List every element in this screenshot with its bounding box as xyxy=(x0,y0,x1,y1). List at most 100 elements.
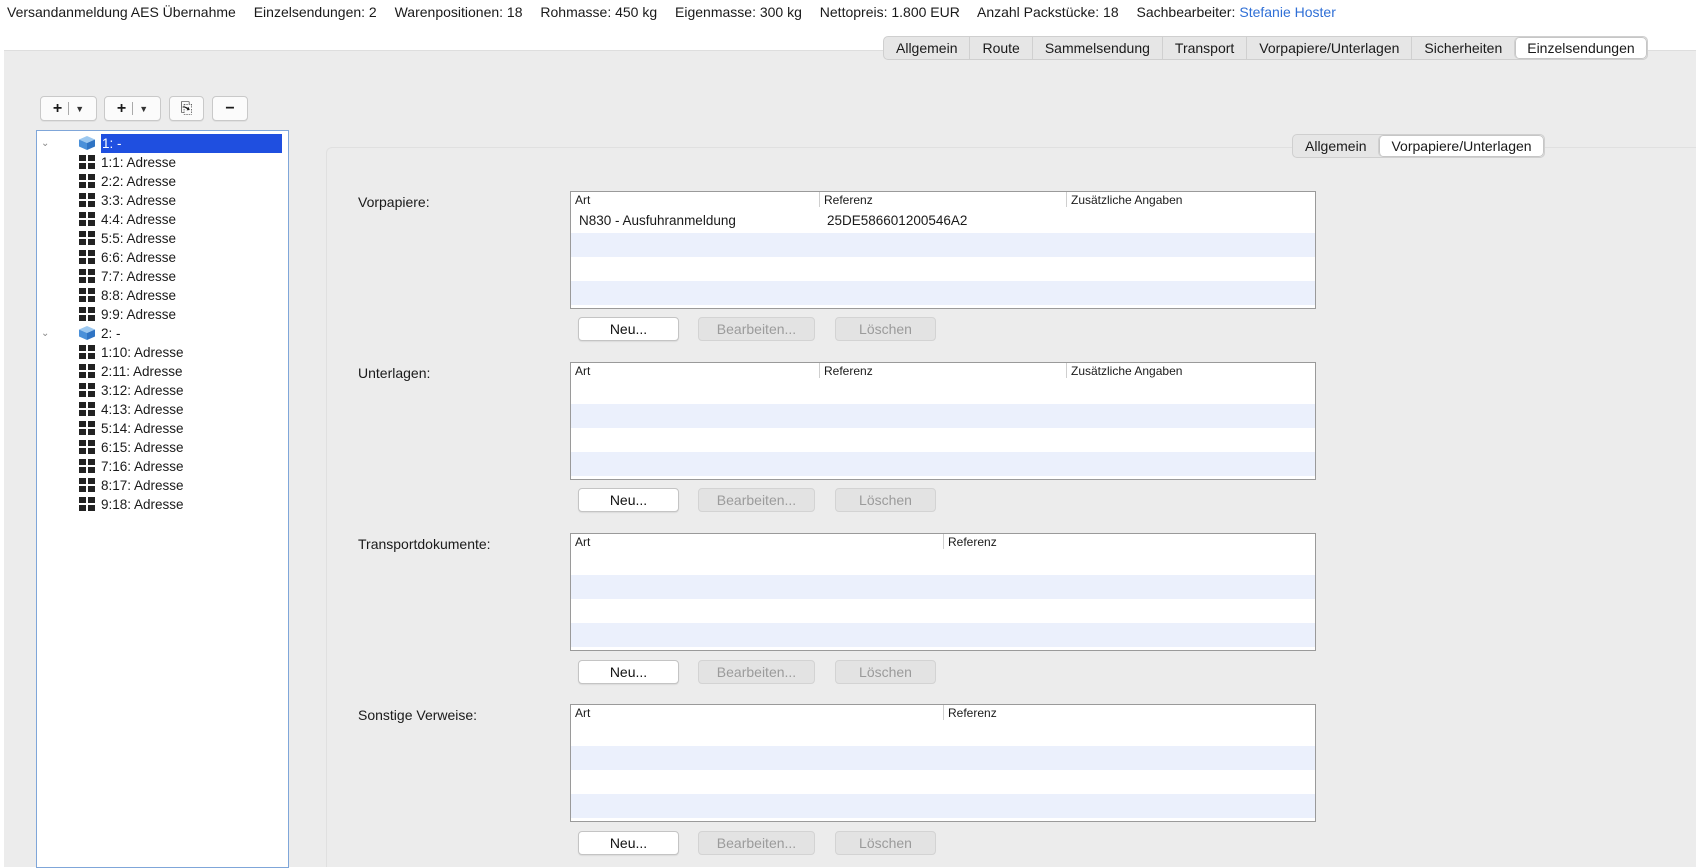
position-icon xyxy=(79,231,95,245)
tree-group-1[interactable]: ⌄ 1: - xyxy=(41,134,282,153)
shipment-tree[interactable]: ⌄ 1: - 1:1: Adresse 2:2: Adresse 3:3: Ad… xyxy=(36,130,289,868)
transportdokumente-new-button[interactable]: Neu... xyxy=(578,660,679,684)
position-icon xyxy=(79,345,95,359)
sonstige-verweise-edit-button[interactable]: Bearbeiten... xyxy=(698,831,815,855)
unterlagen-delete-button[interactable]: Löschen xyxy=(835,488,936,512)
table-row-empty xyxy=(571,428,1315,452)
column-header-zusaetzliche-angaben[interactable]: Zusätzliche Angaben xyxy=(1066,192,1182,207)
sonstige-verweise-label: Sonstige Verweise: xyxy=(358,707,478,723)
column-header-art[interactable]: Art xyxy=(571,192,590,207)
column-header-art[interactable]: Art xyxy=(571,363,590,378)
header-nettopreis: Nettopreis: 1.800 EUR xyxy=(819,4,960,20)
chevron-down-icon[interactable]: ⌄ xyxy=(41,134,49,153)
tree-item[interactable]: 3:3: Adresse xyxy=(79,191,176,210)
tab-route[interactable]: Route xyxy=(969,37,1031,59)
position-icon xyxy=(79,193,95,207)
add-dropdown-button-2[interactable]: + ▼ xyxy=(104,96,161,121)
position-icon xyxy=(79,459,95,473)
column-header-art[interactable]: Art xyxy=(571,534,590,549)
copy-icon: ⎘ xyxy=(180,100,193,117)
tab-vorpapiere-unterlagen[interactable]: Vorpapiere/Unterlagen xyxy=(1246,37,1411,59)
transportdokumente-table[interactable]: Art Referenz xyxy=(570,533,1316,651)
tab-transport[interactable]: Transport xyxy=(1161,37,1246,59)
position-icon xyxy=(79,155,95,169)
transportdokumente-delete-button[interactable]: Löschen xyxy=(835,660,936,684)
tree-item[interactable]: 9:9: Adresse xyxy=(79,305,176,324)
table-header: Art Referenz Zusätzliche Angaben xyxy=(571,363,1315,380)
table-row-empty xyxy=(571,452,1315,476)
position-icon xyxy=(79,212,95,226)
chevron-down-icon: ▼ xyxy=(75,103,85,114)
package-icon xyxy=(79,136,95,150)
tree-group-2[interactable]: ⌄ 2: - xyxy=(41,324,121,343)
top-tab-bar: Allgemein Route Sammelsendung Transport … xyxy=(883,36,1648,60)
sonstige-verweise-delete-button[interactable]: Löschen xyxy=(835,831,936,855)
column-header-zusaetzliche-angaben[interactable]: Zusätzliche Angaben xyxy=(1066,363,1182,378)
vorpapiere-new-button[interactable]: Neu... xyxy=(578,317,679,341)
unterlagen-new-button[interactable]: Neu... xyxy=(578,488,679,512)
header-rohmasse: Rohmasse: 450 kg xyxy=(540,4,658,20)
remove-button[interactable]: − xyxy=(212,96,248,121)
column-header-referenz[interactable]: Referenz xyxy=(943,705,997,720)
tab-sicherheiten[interactable]: Sicherheiten xyxy=(1411,37,1514,59)
table-row-empty xyxy=(571,746,1315,770)
header-warenpositionen: Warenpositionen: 18 xyxy=(394,4,523,20)
subtab-allgemein[interactable]: Allgemein xyxy=(1293,135,1378,157)
vorpapiere-label: Vorpapiere: xyxy=(358,194,430,210)
subtab-vorpapiere-unterlagen[interactable]: Vorpapiere/Unterlagen xyxy=(1378,135,1544,157)
position-icon xyxy=(79,497,95,511)
column-header-referenz[interactable]: Referenz xyxy=(819,192,873,207)
table-row-empty xyxy=(571,380,1315,404)
tree-item[interactable]: 8:8: Adresse xyxy=(79,286,176,305)
transportdokumente-edit-button[interactable]: Bearbeiten... xyxy=(698,660,815,684)
tree-item[interactable]: 2:2: Adresse xyxy=(79,172,176,191)
tree-item[interactable]: 1:1: Adresse xyxy=(79,153,176,172)
tree-item[interactable]: 7:16: Adresse xyxy=(79,457,184,476)
table-row[interactable]: N830 - Ausfuhranmeldung 25DE586601200546… xyxy=(571,209,1315,233)
package-icon xyxy=(79,326,95,340)
tree-item[interactable]: 6:15: Adresse xyxy=(79,438,184,457)
table-header: Art Referenz xyxy=(571,534,1315,551)
tree-item[interactable]: 4:4: Adresse xyxy=(79,210,176,229)
minus-icon: − xyxy=(225,99,235,117)
tree-item[interactable]: 9:18: Adresse xyxy=(79,495,184,514)
table-row-empty xyxy=(571,794,1315,818)
tab-allgemein[interactable]: Allgemein xyxy=(884,37,969,59)
header-user-label: Sachbearbeiter: xyxy=(1136,4,1236,20)
sonstige-verweise-table[interactable]: Art Referenz xyxy=(570,704,1316,822)
add-dropdown-button-1[interactable]: + ▼ xyxy=(40,96,97,121)
sonstige-verweise-new-button[interactable]: Neu... xyxy=(578,831,679,855)
tree-item[interactable]: 2:11: Adresse xyxy=(79,362,183,381)
vorpapiere-edit-button[interactable]: Bearbeiten... xyxy=(698,317,815,341)
tab-einzelsendungen[interactable]: Einzelsendungen xyxy=(1514,37,1647,59)
position-icon xyxy=(79,421,95,435)
copy-button[interactable]: ⎘ xyxy=(169,96,204,121)
tree-item[interactable]: 1:10: Adresse xyxy=(79,343,184,362)
tree-item[interactable]: 7:7: Adresse xyxy=(79,267,176,286)
vorpapiere-delete-button[interactable]: Löschen xyxy=(835,317,936,341)
table-row-empty xyxy=(571,770,1315,794)
tree-item[interactable]: 8:17: Adresse xyxy=(79,476,184,495)
vorpapiere-table[interactable]: Art Referenz Zusätzliche Angaben N830 - … xyxy=(570,191,1316,309)
sub-tab-bar: Allgemein Vorpapiere/Unterlagen xyxy=(1292,134,1545,158)
position-icon xyxy=(79,307,95,321)
tree-item[interactable]: 4:13: Adresse xyxy=(79,400,184,419)
table-header: Art Referenz xyxy=(571,705,1315,722)
column-header-art[interactable]: Art xyxy=(571,705,590,720)
unterlagen-edit-button[interactable]: Bearbeiten... xyxy=(698,488,815,512)
tree-item[interactable]: 6:6: Adresse xyxy=(79,248,176,267)
table-row-empty xyxy=(571,575,1315,599)
position-icon xyxy=(79,174,95,188)
chevron-down-icon[interactable]: ⌄ xyxy=(41,324,49,343)
column-header-referenz[interactable]: Referenz xyxy=(943,534,997,549)
tree-item[interactable]: 3:12: Adresse xyxy=(79,381,184,400)
header-user-name[interactable]: Stefanie Hoster xyxy=(1239,4,1336,20)
position-icon xyxy=(79,269,95,283)
table-row-empty xyxy=(571,404,1315,428)
tab-sammelsendung[interactable]: Sammelsendung xyxy=(1031,37,1162,59)
column-header-referenz[interactable]: Referenz xyxy=(819,363,873,378)
unterlagen-table[interactable]: Art Referenz Zusätzliche Angaben xyxy=(570,362,1316,480)
tree-item[interactable]: 5:5: Adresse xyxy=(79,229,176,248)
position-icon xyxy=(79,440,95,454)
tree-item[interactable]: 5:14: Adresse xyxy=(79,419,184,438)
